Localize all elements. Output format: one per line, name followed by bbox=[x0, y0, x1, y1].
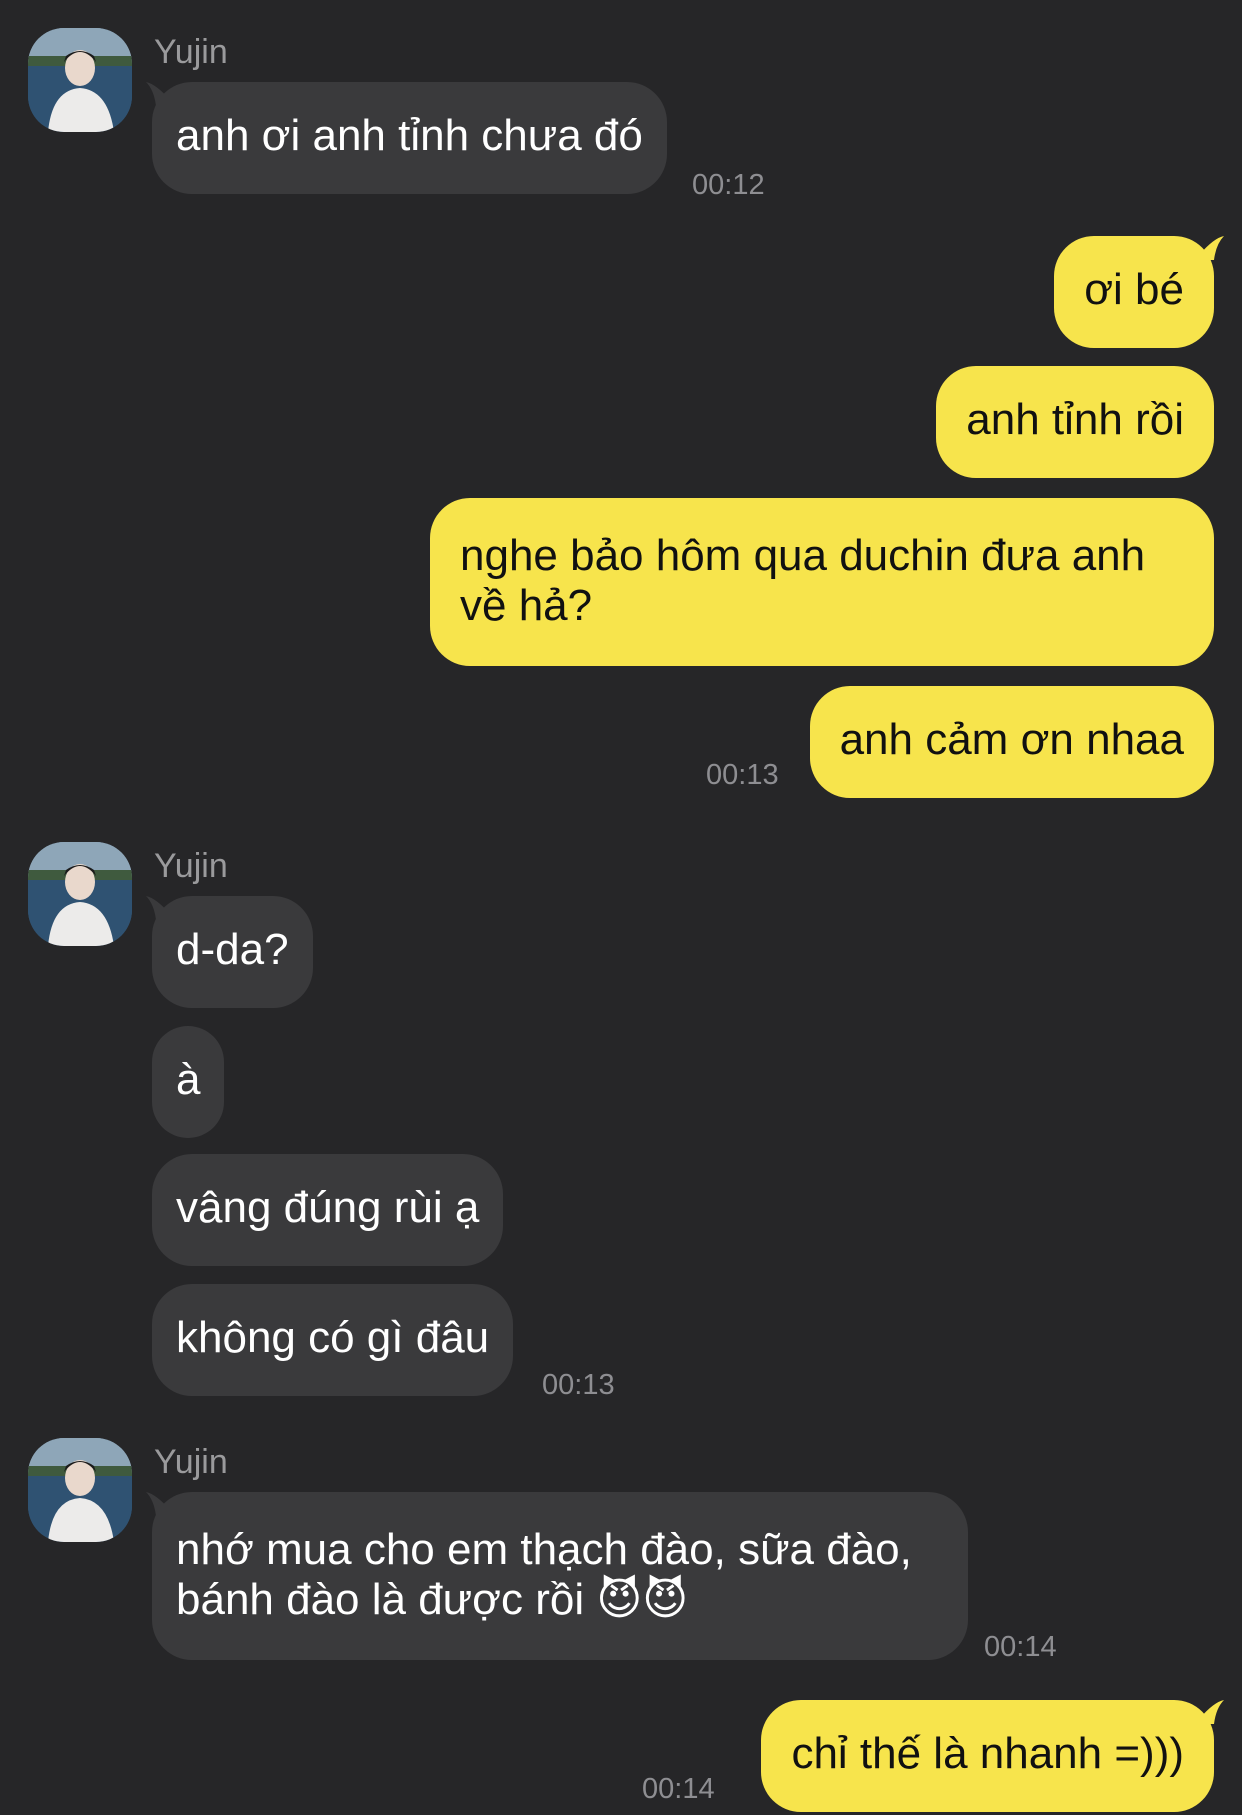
bubble-tail-icon bbox=[1200, 1700, 1224, 1724]
bubble-tail-icon bbox=[1200, 236, 1224, 260]
contact-avatar[interactable] bbox=[28, 842, 132, 946]
outgoing-message-bubble[interactable]: anh tỉnh rồi bbox=[936, 366, 1214, 478]
message-timestamp: 00:14 bbox=[984, 1631, 1057, 1663]
sender-name: Yujin bbox=[154, 847, 228, 885]
message-timestamp: 00:14 bbox=[642, 1773, 715, 1805]
outgoing-message-bubble[interactable]: ơi bé bbox=[1054, 236, 1214, 348]
bubble-tail-icon bbox=[146, 82, 170, 106]
avatar-photo-icon bbox=[28, 1438, 132, 1542]
message-timestamp: 00:12 bbox=[692, 169, 765, 201]
outgoing-message-bubble[interactable]: chỉ thế là nhanh =))) bbox=[761, 1700, 1214, 1812]
incoming-message-bubble[interactable]: không có gì đâu bbox=[152, 1284, 514, 1396]
outgoing-message-bubble[interactable]: nghe bảo hôm qua duchin đưa anh về hả? bbox=[430, 498, 1214, 666]
incoming-message-bubble[interactable]: d-da? bbox=[152, 896, 313, 1008]
incoming-message-bubble[interactable]: à bbox=[152, 1026, 225, 1138]
outgoing-message-bubble[interactable]: anh cảm ơn nhaa bbox=[809, 686, 1214, 798]
incoming-message-bubble[interactable]: nhớ mua cho em thạch đào, sữa đào, bánh … bbox=[152, 1492, 968, 1660]
contact-avatar[interactable] bbox=[28, 1438, 132, 1542]
contact-avatar[interactable] bbox=[28, 28, 132, 132]
message-timestamp: 00:13 bbox=[542, 1369, 615, 1401]
avatar-photo-icon bbox=[28, 28, 132, 132]
bubble-tail-icon bbox=[146, 1492, 170, 1516]
message-timestamp: 00:13 bbox=[706, 759, 779, 791]
sender-name: Yujin bbox=[154, 1443, 228, 1481]
bubble-tail-icon bbox=[146, 896, 170, 920]
incoming-message-bubble[interactable]: anh ơi anh tỉnh chưa đó bbox=[152, 82, 667, 194]
sender-name: Yujin bbox=[154, 33, 228, 71]
incoming-message-bubble[interactable]: vâng đúng rùi ạ bbox=[152, 1154, 504, 1266]
avatar-photo-icon bbox=[28, 842, 132, 946]
